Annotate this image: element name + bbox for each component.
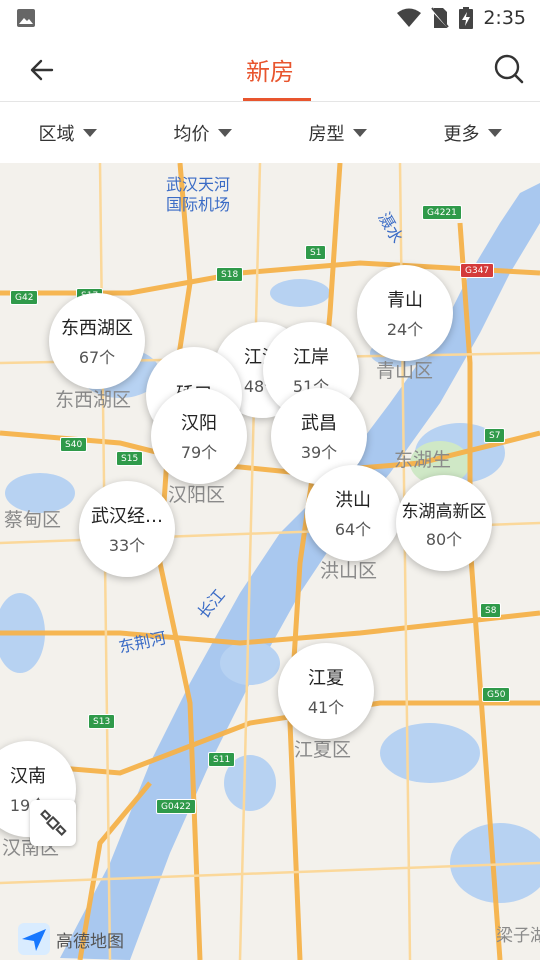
area-name: 武昌 [301,413,337,434]
road-badge: S18 [216,267,244,282]
road-badge: G42 [10,290,39,305]
map-label-donghu: 东湖生 [394,449,452,471]
road-badge: G50 [482,687,511,702]
filter-layout-label: 房型 [308,124,345,145]
filter-bar: 区域 均价 房型 更多 [0,103,540,163]
road-badge: G0422 [156,799,196,814]
area-name: 东西湖区 [61,318,133,339]
area-name: 洪山 [335,490,371,511]
road-badge: S15 [116,451,144,466]
filter-layout[interactable]: 房型 [270,103,405,163]
area-count: 80个 [425,529,463,549]
area-bubble-donghu-hitech[interactable]: 东湖高新区 80个 [396,475,492,571]
road-badge: S8 [480,603,502,618]
area-count: 79个 [180,443,218,462]
road-badge: S40 [60,437,88,452]
amap-logo: 高德地图 [18,923,124,955]
satellite-layer-button[interactable] [30,800,76,846]
road-badge: G4221 [422,205,462,220]
road-badge: S13 [88,714,116,729]
road-badge: S7 [484,428,506,443]
amap-logo-text: 高德地图 [56,931,124,952]
area-name: 汉南 [10,766,46,787]
chevron-down-icon [82,129,97,137]
area-name: 武汉经… [91,506,163,527]
wifi-icon [397,8,422,27]
area-count: 67个 [78,348,116,367]
area-name: 东湖高新区 [401,501,487,522]
filter-more-label: 更多 [443,124,480,145]
filter-more[interactable]: 更多 [405,103,540,163]
map-label-hanyang: 汉阳区 [168,484,226,506]
chevron-down-icon [487,129,502,137]
area-count: 39个 [300,443,338,462]
area-bubble-hongshan[interactable]: 洪山 64个 [305,465,401,561]
filter-area[interactable]: 区域 [0,103,135,163]
no-sim-icon [431,7,450,29]
search-icon[interactable] [494,54,524,84]
status-time: 2:35 [483,7,526,29]
area-bubble-qingshan[interactable]: 青山 24个 [357,265,453,361]
area-bubble-jiangxia[interactable]: 江夏 41个 [278,643,374,739]
map-label-airport: 武汉天河 国际机场 [166,175,231,214]
nav-bar: 新房 [0,36,540,102]
amap-logo-icon [18,923,50,955]
area-name: 江夏 [308,668,344,689]
battery-charging-icon [459,7,474,29]
area-count: 41个 [307,698,345,717]
map-label-liangzihu: 梁子湖 [496,926,540,946]
area-count: 64个 [334,520,372,539]
area-name: 青山 [387,290,423,311]
chevron-down-icon [352,129,367,137]
satellite-icon [40,809,67,836]
title-underline [243,98,311,101]
image-icon [17,9,35,27]
road-badge: S1 [305,245,327,260]
page-title: 新房 [246,58,294,86]
filter-price-label: 均价 [173,124,210,145]
filter-price[interactable]: 均价 [135,103,270,163]
status-bar: 2:35 [0,0,540,36]
area-bubble-wuhan-econ[interactable]: 武汉经… 33个 [79,481,175,577]
road-badge: S11 [208,752,236,767]
map-view[interactable]: 武汉天河 国际机场 东西湖区 青山区 汉阳区 蔡甸区 洪山区 江夏区 汉南区 东… [0,163,540,960]
area-count: 33个 [108,536,146,555]
area-bubble-hanyang[interactable]: 汉阳 79个 [151,388,247,484]
area-bubble-dongxihu[interactable]: 东西湖区 67个 [49,293,145,389]
area-name: 汉阳 [181,413,217,434]
filter-area-label: 区域 [38,124,75,145]
area-count: 24个 [386,320,424,339]
road-badge: G347 [460,263,495,278]
area-name: 江岸 [293,347,329,368]
chevron-down-icon [217,129,232,137]
map-label-caidian: 蔡甸区 [4,509,62,531]
map-label-dongxihu: 东西湖区 [55,389,132,411]
map-label-jiangxia: 江夏区 [294,739,352,761]
